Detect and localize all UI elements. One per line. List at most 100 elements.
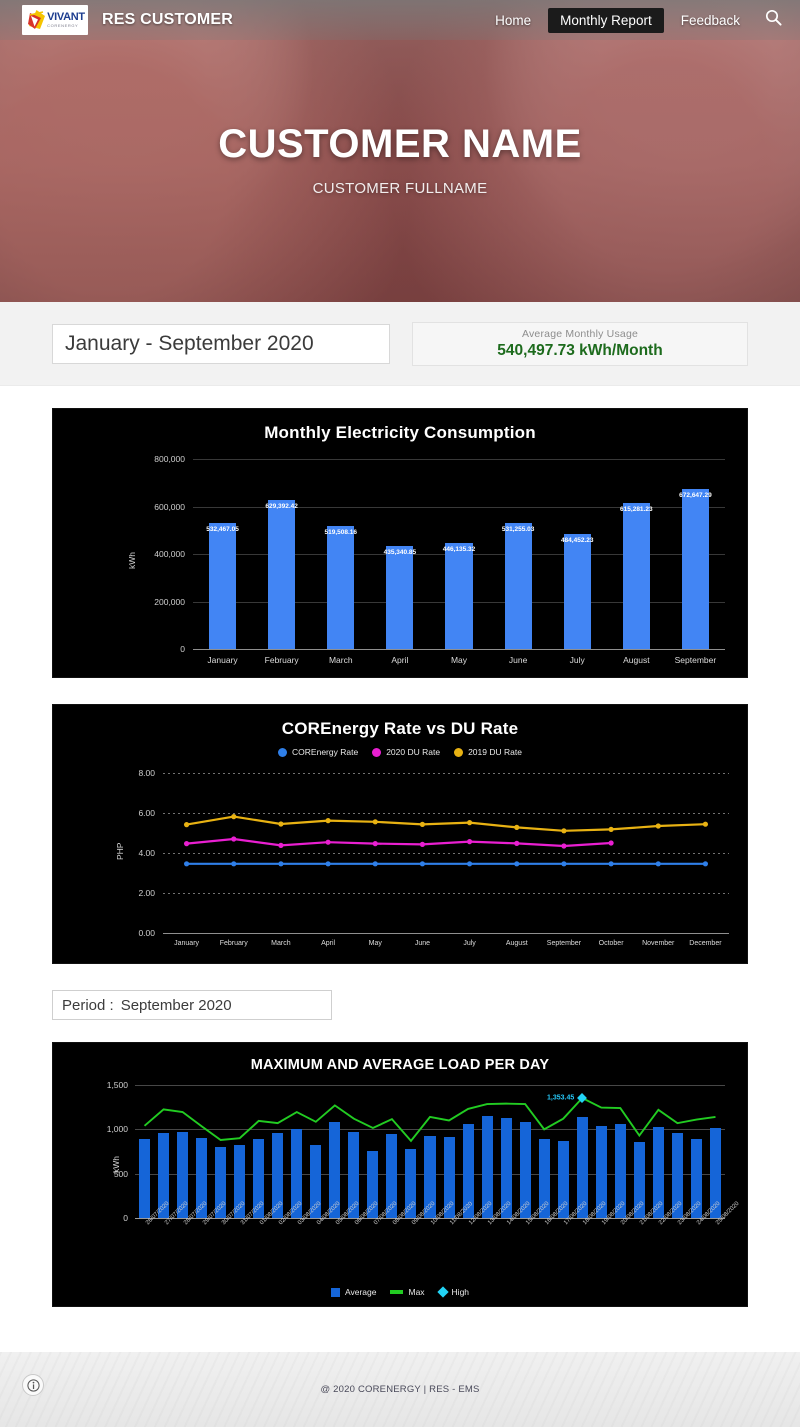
chart1-gridline [193, 459, 725, 460]
chart1-bar [327, 525, 355, 649]
chart3-title: MAXIMUM AND AVERAGE LOAD PER DAY [250, 1057, 550, 1073]
chart1-bar-label: 446,135.32 [442, 546, 476, 554]
chart1-y-tick: 0 [180, 644, 185, 654]
legend-label-2020-du-rate: 2020 DU Rate [386, 747, 441, 757]
chart1-bar-label: 615,281.23 [620, 505, 653, 513]
search-icon[interactable] [765, 9, 782, 31]
chart2-x-tick: January [174, 940, 200, 947]
legend-label-high: High [451, 1287, 470, 1297]
chart1-bar-label: 435,340.85 [383, 548, 417, 556]
chart2-y-tick: 4.00 [138, 848, 155, 858]
legend-label-corenergy-rate: COREnergy Rate [292, 747, 359, 757]
chart1-gridline [193, 649, 725, 650]
chart3-y-tick: 1,000 [106, 1124, 128, 1135]
chart2-gridline [163, 933, 729, 934]
legend-diamond-high [436, 1286, 449, 1298]
legend-dash-max [390, 1290, 404, 1294]
info-icon[interactable] [22, 1374, 44, 1396]
summary-bar: January - September 2020 Average Monthly… [0, 302, 800, 386]
chart3-max-line-svg [143, 1096, 716, 1143]
nav-link-feedback[interactable]: Feedback [669, 8, 752, 33]
legend-dot-2019-du-rate [454, 747, 464, 757]
chart1-x-tick: March [328, 655, 353, 665]
max-average-load-chart: MAXIMUM AND AVERAGE LOAD PER DAY 0 500 1,0… [52, 1042, 748, 1307]
chart1-x-tick: September [674, 655, 717, 665]
legend-square-average [330, 1287, 340, 1297]
chart2-series-svg [183, 814, 709, 867]
chart2-x-tick: May [368, 940, 382, 947]
chart2-x-tick: April [321, 940, 336, 947]
page-subtitle: CUSTOMER FULLNAME [312, 179, 488, 197]
chart2-legend: COREnergy Rate 2020 DU Rate 2019 DU Rate [53, 747, 747, 757]
chart1-x-tick: July [569, 655, 585, 665]
nav-link-monthly-report[interactable]: Monthly Report [548, 7, 664, 33]
chart1-bar [681, 489, 710, 649]
legend-item-high[interactable]: High [436, 1286, 470, 1298]
legend-item-2019-du-rate[interactable]: 2019 DU Rate [454, 747, 522, 757]
logo-subname: CORENERGY [47, 23, 79, 28]
brand-title: RES CUSTOMER [102, 11, 234, 28]
legend-label-2019-du-rate: 2019 DU Rate [468, 747, 522, 757]
navbar: VIVANT CORENERGY RES CUSTOMER Home Month… [0, 0, 800, 40]
legend-item-max[interactable]: Max [390, 1287, 425, 1297]
chart3-y-tick: 0 [123, 1213, 128, 1223]
chart1-bar [268, 499, 296, 649]
chart3-legend: Average Max High [53, 1286, 747, 1298]
legend-item-2020-du-rate[interactable]: 2020 DU Rate [372, 747, 440, 757]
nav-link-home[interactable]: Home [483, 8, 543, 33]
chart1-y-tick: 200,000 [154, 596, 185, 607]
chart2-plot-area: 0.00 2.00 4.00 6.00 8.00 January February March… [138, 768, 729, 947]
vivant-triangle-icon [27, 9, 46, 31]
vivant-wordmark: VIVANT CORENERGY [47, 12, 85, 28]
chart2-x-tick: September [546, 940, 582, 947]
chart1-y-tick: 600,000 [154, 501, 185, 512]
chart2-y-tick: 8.00 [138, 768, 155, 778]
chart1-x-tick: May [450, 655, 468, 665]
chart1-bar-label: 484,452.23 [560, 536, 594, 544]
chart1-x-tick: February [264, 655, 299, 665]
legend-dot-corenergy-rate [278, 747, 288, 757]
chart1-bar-label: 672,647.29 [679, 492, 712, 500]
chart1-bar [504, 522, 532, 649]
corenergy-vs-du-rate-chart: COREnergy Rate vs DU Rate COREnergy Rate… [52, 704, 748, 964]
period-picker-value: September 2020 [120, 996, 232, 1014]
page-title: CUSTOMER NAME [218, 121, 582, 166]
chart1-bar [563, 533, 591, 649]
footer-text: @ 2020 CORENERGY | RES - EMS [320, 1384, 480, 1395]
average-usage-card: Average Monthly Usage 540,497.73 kWh/Mon… [412, 321, 748, 366]
chart3-y-axis-label: kWh [111, 1156, 121, 1173]
chart1-bar [208, 522, 237, 649]
chart2-x-tick: July [463, 940, 476, 947]
chart1-bar [622, 502, 650, 649]
legend-item-average[interactable]: Average [330, 1287, 377, 1297]
chart1-bar-label: 532,467.05 [206, 525, 239, 533]
legend-label-max: Max [408, 1287, 425, 1297]
report-period-display[interactable]: January - September 2020 [52, 323, 390, 364]
chart1-x-tick: June [508, 655, 528, 665]
chart1-bar-label: 531,255.03 [501, 525, 535, 533]
vivant-logo[interactable]: VIVANT CORENERGY [22, 5, 88, 35]
period-picker[interactable]: Period : September 2020 [52, 990, 332, 1020]
hero-section: VIVANT CORENERGY RES CUSTOMER Home Month… [0, 0, 800, 302]
chart1-bar-label: 629,392.42 [265, 502, 298, 510]
chart2-x-tick: June [414, 940, 430, 947]
chart1-bar [386, 545, 414, 649]
legend-label-average: Average [344, 1287, 377, 1297]
chart1-x-tick: January [207, 655, 238, 665]
legend-dot-2020-du-rate [372, 747, 382, 757]
chart2-x-tick: March [271, 940, 291, 947]
period-picker-label: Period : [62, 996, 114, 1014]
chart2-x-tick: December [689, 940, 722, 947]
chart2-y-tick: 2.00 [138, 888, 155, 898]
chart1-title: Monthly Electricity Consumption [264, 423, 536, 442]
chart2-x-tick: November [642, 940, 675, 947]
chart1-x-tick: August [623, 655, 650, 665]
nav-links: Home Monthly Report Feedback [483, 7, 800, 33]
footer: @ 2020 CORENERGY | RES - EMS [0, 1352, 800, 1427]
chart2-x-tick: August [505, 940, 528, 947]
charts-container: Monthly Electricity Consumption 0 200,000… [0, 386, 800, 1307]
legend-item-corenergy-rate[interactable]: COREnergy Rate [278, 747, 358, 757]
chart2-y-axis-label: PHP [115, 842, 125, 860]
period-picker-row: Period : September 2020 [52, 990, 748, 1020]
chart2-x-tick: October [598, 940, 624, 947]
